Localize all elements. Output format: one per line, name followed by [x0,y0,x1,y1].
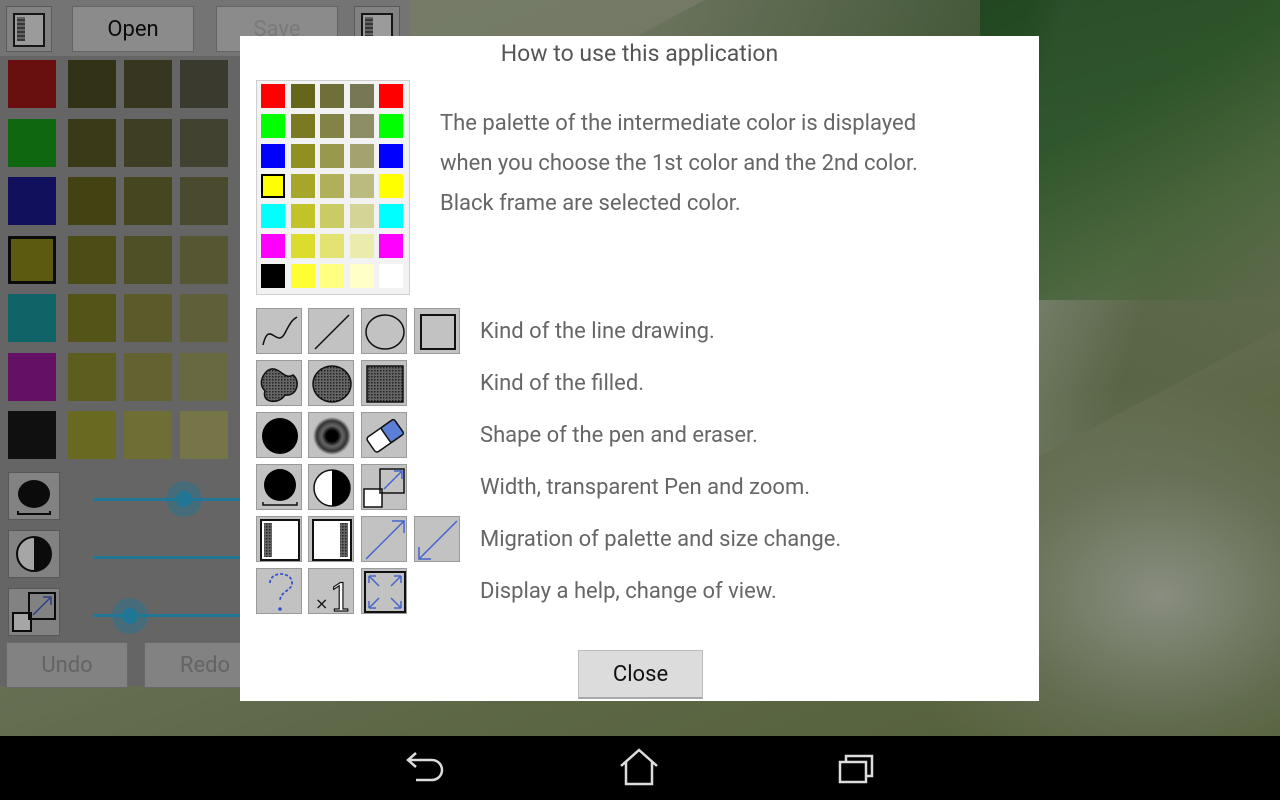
demo-palette-cell [379,144,403,168]
rectangle-outline-icon [414,308,460,354]
tool-row-label: Migration of palette and size change. [480,527,842,552]
demo-palette-cell [349,174,374,198]
palette-description-line: when you choose the 1st color and the 2n… [440,151,918,176]
round-pen-icon [256,412,302,458]
palette-description-line: Black frame are selected color. [440,191,741,216]
demo-palette-cell [290,114,315,138]
demo-palette-cell [379,114,403,138]
demo-palette-cell [290,204,315,228]
rectangle-fill-icon [361,360,407,406]
tool-row-label: Kind of the line drawing. [480,319,715,344]
demo-palette-illustration [256,80,410,295]
tool-row-label: Kind of the filled. [480,371,645,396]
shrink-icon [414,516,460,562]
demo-palette-cell [290,84,315,108]
demo-palette-cell [320,264,344,288]
tool-row-label: Shape of the pen and eraser. [480,423,758,448]
demo-palette-cell [290,174,315,198]
demo-palette-cell [290,234,315,258]
svg-text:×: × [315,594,328,613]
demo-palette-cell [261,234,285,258]
transparency-icon [308,464,354,510]
ellipse-fill-icon [308,360,354,406]
ellipse-outline-icon [361,308,407,354]
demo-palette-cell [320,144,344,168]
demo-palette-cell [379,234,403,258]
dialog-title: How to use this application [500,40,779,67]
demo-palette-cell [320,204,344,228]
tool-row-label: Display a help, change of view. [480,579,777,604]
home-icon[interactable] [609,744,669,792]
pen-width-icon [256,464,302,510]
straight-line-icon [308,308,354,354]
demo-palette-cell [379,264,403,288]
demo-palette-cell [349,114,374,138]
fit-view-icon [361,568,407,614]
palette-description: The palette of the intermediate color is… [440,104,1020,224]
actual-size-icon: × 1 [308,568,354,615]
palette-left-icon [256,516,302,562]
demo-palette-cell [379,204,403,228]
help-icon [256,568,302,614]
demo-palette-cell [261,174,285,198]
zoom-icon [361,464,407,510]
help-dialog: How to use this application The palette … [240,36,1039,701]
svg-text:1: 1 [329,576,353,615]
enlarge-icon [361,516,407,562]
demo-palette-cell [290,264,315,288]
demo-palette-cell [379,174,403,198]
palette-description-line: The palette of the intermediate color is… [440,111,917,136]
demo-palette-cell [261,114,285,138]
tool-row-label: Width, transparent Pen and zoom. [480,475,811,500]
demo-palette-cell [349,264,374,288]
palette-right-icon [308,516,354,562]
freehand-fill-icon [256,360,302,406]
demo-palette-cell [320,114,344,138]
demo-palette-cell [261,204,285,228]
demo-palette-cell [320,174,344,198]
freehand-line-icon [256,308,302,354]
demo-palette-cell [379,84,403,108]
recent-apps-icon[interactable] [826,744,886,792]
demo-palette-cell [261,264,285,288]
demo-palette-cell [320,234,344,258]
demo-palette-cell [349,204,374,228]
system-navigation-bar [0,736,1280,800]
demo-palette-cell [261,144,285,168]
eraser-icon [361,412,407,458]
demo-palette-cell [349,84,374,108]
back-icon[interactable] [394,744,454,792]
close-button[interactable]: Close [578,650,703,699]
demo-palette-cell [290,144,315,168]
demo-palette-cell [349,144,374,168]
blur-pen-icon [308,412,354,458]
demo-palette-cell [320,84,344,108]
demo-palette-cell [261,84,285,108]
demo-palette-cell [349,234,374,258]
